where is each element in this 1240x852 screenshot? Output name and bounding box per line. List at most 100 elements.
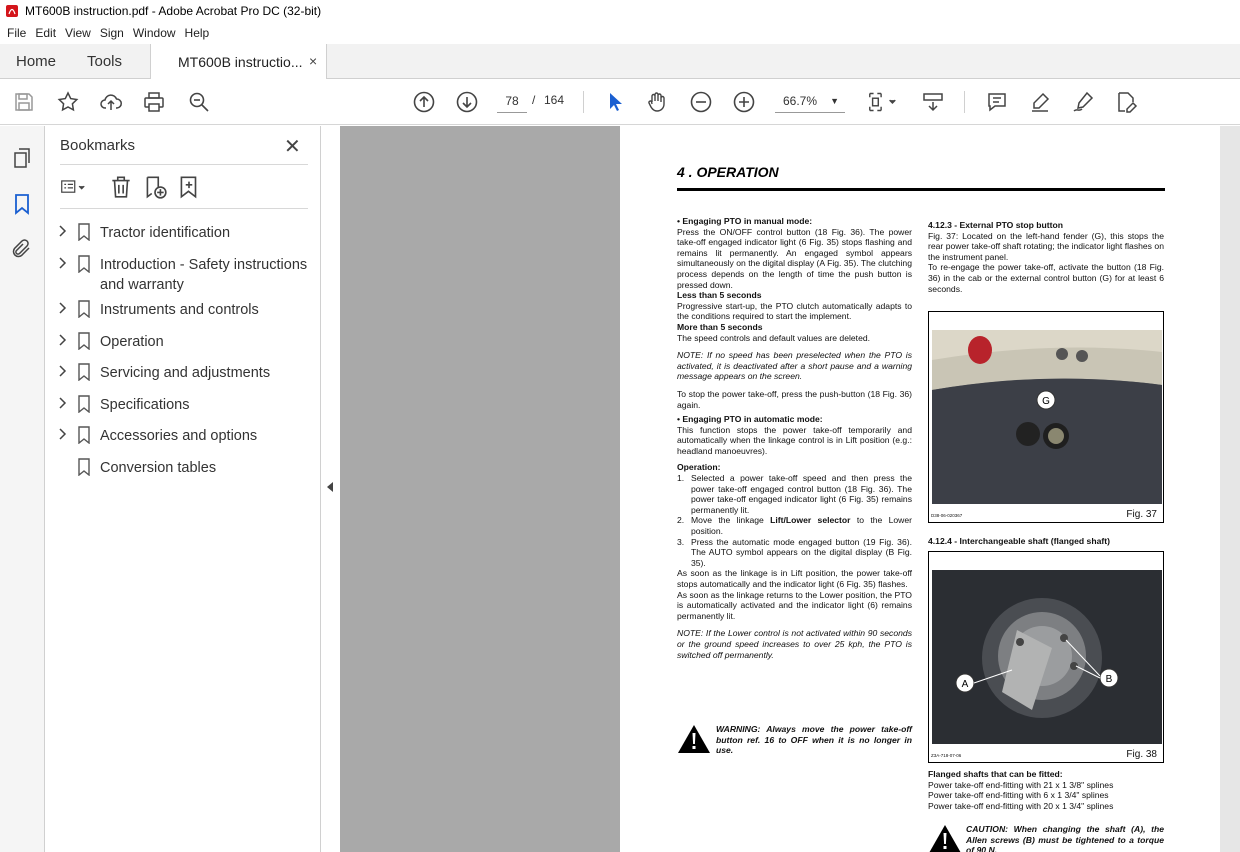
zoom-in-icon[interactable] [731,89,757,115]
bookmark-label: Introduction - Safety instructions and w… [100,257,308,293]
next-page-icon[interactable] [454,89,480,115]
external-stop-body: Fig. 37: Located on the left-hand fender… [928,230,1164,262]
warning-triangle-icon [678,725,710,753]
stop-pto-text: To stop the power take-off, press the pu… [677,388,912,410]
comment-icon[interactable] [984,89,1010,115]
tab-close-button[interactable]: × [309,53,317,69]
note-no-speed: NOTE: If no speed has been preselected w… [677,350,912,382]
acrobat-icon [6,5,18,17]
page-total: 164 [544,93,565,107]
bookmark-from-selection-icon[interactable] [176,174,202,200]
less-than-5s-title: Less than 5 seconds [677,290,762,301]
bookmark-label: Accessories and options [100,428,258,444]
chevron-right-icon[interactable] [57,426,67,442]
bookmark-label: Operation [100,334,164,350]
print-icon[interactable] [141,89,167,115]
figure-37-label: Fig. 37 [1126,509,1157,520]
figure-38: A B Z3A-718-07-06 Fig. 38 [928,551,1164,763]
page-fit-icon[interactable] [865,89,901,115]
more-than-5s-body: The speed controls and default values ar… [677,332,871,343]
select-cursor-icon[interactable] [601,89,627,115]
toolbar-divider [583,91,584,113]
zoom-search-icon[interactable] [186,89,212,115]
highlight-pen-icon[interactable] [1027,89,1053,115]
list-item: 1. Selected a power take-off speed and th… [677,473,912,515]
chevron-right-icon[interactable] [57,332,67,348]
zoom-out-icon[interactable] [688,89,714,115]
bookmark-label: Tractor identification [100,225,231,241]
bookmark-panel-icon[interactable] [10,192,34,216]
flanged-shafts-block: Flanged shafts that can be fitted: Power… [928,769,1164,811]
attachments-icon[interactable] [10,237,34,261]
chevron-right-icon[interactable] [57,300,67,316]
previous-page-icon[interactable] [411,89,437,115]
interchangeable-shaft-title: 4.12.4 - Interchangeable shaft (flanged … [928,536,1110,546]
figure-code: D38-06-020367 [931,513,963,518]
upload-cloud-icon[interactable] [98,89,124,115]
tab-tools[interactable]: Tools [87,53,122,70]
fender-photo: G [932,330,1162,504]
flanged-shaft-item: Power take-off end-fitting with 6 x 1 3/… [928,790,1109,801]
zoom-level-select[interactable]: 66.7% ▼ [775,89,845,113]
figure-38-label: Fig. 38 [1126,749,1157,760]
bookmark-label: Instruments and controls [100,302,259,318]
operation-title: Operation: [677,462,721,473]
edit-pdf-icon[interactable] [1113,89,1139,115]
tab-document-label: MT600B instructio... [178,54,303,70]
menu-view[interactable]: View [65,26,91,40]
star-icon[interactable] [55,89,81,115]
chevron-right-icon[interactable] [57,395,67,411]
shaft-photo: A B [932,570,1162,744]
manual-mode-title: • Engaging PTO in manual mode: [677,216,813,226]
more-than-5s-title: More than 5 seconds [677,321,763,332]
tab-home[interactable]: Home [16,53,56,70]
menu-edit[interactable]: Edit [35,26,56,40]
marker-a: A [962,679,969,690]
document-viewer[interactable]: 4 . OPERATION • Engaging PTO in manual m… [340,126,1240,852]
close-panel-button[interactable]: ✕ [284,134,301,159]
lower-position-text: As soon as the linkage returns to the Lo… [677,589,912,621]
scroll-mode-icon[interactable] [920,89,946,115]
bookmark-icon [78,332,90,350]
bookmark-icon [78,363,90,381]
bookmark-icon [78,300,90,318]
left-text-column: • Engaging PTO in manual mode: Press the… [677,216,912,660]
bookmarks-panel: Bookmarks ✕ Tractor identification Intro… [45,126,321,852]
less-than-5s-body: Progressive start-up, the PTO clutch aut… [677,300,912,322]
page-number-input[interactable]: 78 [497,89,527,113]
hand-tool-icon[interactable] [644,89,670,115]
tab-bar: Home Tools MT600B instructio... × [0,44,1240,80]
menu-file[interactable]: File [7,26,26,40]
bookmark-icon [78,223,90,241]
panel-divider [60,208,308,209]
fill-sign-icon[interactable] [1070,89,1096,115]
bookmarks-panel-title: Bookmarks [60,137,136,154]
zoom-level-value: 66.7% [783,94,818,108]
bookmark-options-icon[interactable] [60,174,86,200]
add-bookmark-icon[interactable] [142,174,168,200]
menu-help[interactable]: Help [185,26,210,40]
menu-window[interactable]: Window [133,26,176,40]
note-lower-control: NOTE: If the Lower control is not activa… [677,628,912,660]
toolbar-divider [964,91,965,113]
page-thumbnails-icon[interactable] [10,146,34,170]
reengage-text: To re-engage the power take-off, activat… [928,262,1164,294]
interchangeable-shaft-heading: 4.12.4 - Interchangeable shaft (flanged … [928,536,1164,547]
save-icon[interactable] [11,89,37,115]
vertical-scrollbar[interactable] [1220,126,1240,852]
bookmark-icon [78,255,90,273]
section-header: 4 . OPERATION [677,164,779,180]
delete-bookmark-icon[interactable] [108,174,134,200]
marker-g: G [1042,396,1050,407]
collapse-panel-arrow-icon[interactable] [327,482,333,492]
external-stop-title: 4.12.3 - External PTO stop button [928,220,1063,230]
menu-sign[interactable]: Sign [100,26,124,40]
chevron-right-icon[interactable] [57,223,67,239]
window-title: MT600B instruction.pdf - Adobe Acrobat P… [25,4,322,18]
figure-37: G D38-06-020367 Fig. 37 [928,311,1164,523]
chevron-right-icon[interactable] [57,363,67,379]
tab-document[interactable]: MT600B instructio... × [150,44,327,80]
auto-mode-title: • Engaging PTO in automatic mode: [677,414,823,425]
chevron-right-icon[interactable] [57,255,67,271]
flanged-shaft-item: Power take-off end-fitting with 21 x 1 3… [928,779,1114,790]
